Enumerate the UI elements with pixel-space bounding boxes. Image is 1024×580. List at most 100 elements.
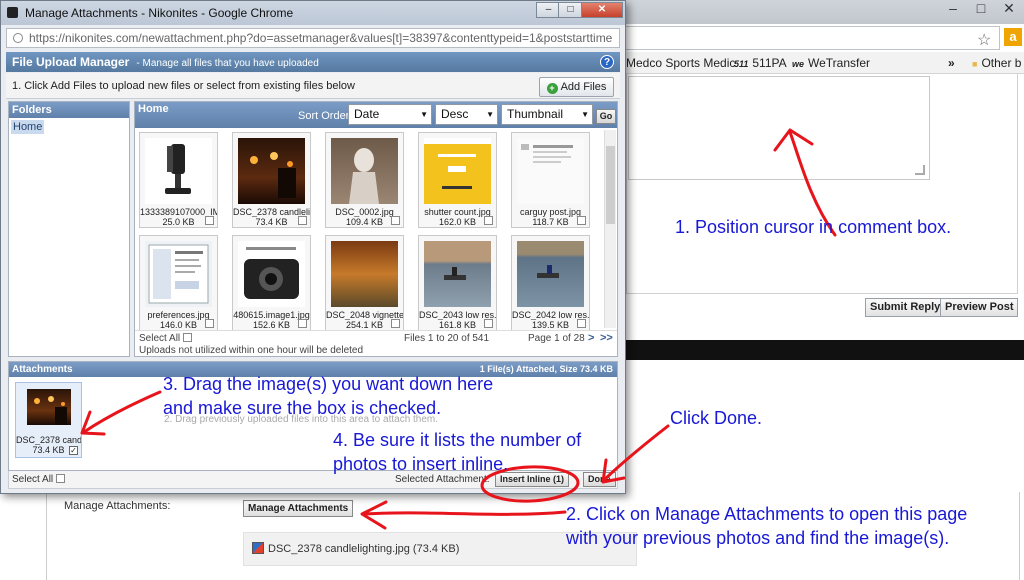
folder-home[interactable]: Home: [11, 120, 45, 134]
sort-order-label: Sort Order:: [298, 110, 353, 122]
file-image: [331, 138, 398, 204]
preview-post-button[interactable]: Preview Post: [940, 298, 1019, 317]
file-checkbox[interactable]: [298, 216, 307, 225]
file-grid-scrollbar[interactable]: [604, 130, 616, 328]
click-done-annotation: Click Done.: [670, 408, 763, 428]
bookmarks-bar: Medco Sports Medic 511 511PA we WeTransfer…: [620, 52, 1024, 74]
attached-file-name: DSC_2378 candl: [16, 435, 81, 445]
last-page-link[interactable]: >>: [600, 332, 613, 344]
file-image: [331, 241, 398, 307]
attached-image: [27, 389, 71, 425]
file-image: [424, 138, 491, 204]
window-close-button[interactable]: ✕: [581, 2, 623, 18]
manager-title: File Upload Manager: [12, 55, 130, 69]
image-file-icon: [252, 542, 264, 554]
scrollbar-thumb[interactable]: [606, 146, 615, 224]
sort-by-select[interactable]: Date ▼: [348, 104, 432, 125]
maximize-icon[interactable]: □: [968, 0, 994, 18]
close-icon[interactable]: ✕: [996, 0, 1022, 18]
popup-url-bar[interactable]: https://nikonites.com/newattachment.php?…: [6, 28, 620, 48]
file-thumbnail[interactable]: DSC_2042 low res.jpg 139.5 KB: [511, 235, 590, 331]
view-mode-select[interactable]: Thumbnail ▼: [501, 104, 593, 125]
bookmark-other[interactable]: ■ Other b: [972, 56, 1021, 70]
file-thumbnail[interactable]: 480615.image1.jpg 152.6 KB: [232, 235, 311, 331]
select-all-attachments-checkbox[interactable]: [56, 474, 66, 483]
file-checkbox[interactable]: [577, 319, 586, 328]
file-image: [517, 138, 584, 204]
step1-annotation: 1. Position cursor in comment box.: [675, 217, 952, 237]
attached-file-checkbox[interactable]: ✓: [69, 446, 78, 455]
window-title: Manage Attachments - Nikonites - Google …: [25, 6, 294, 20]
resize-grip-icon[interactable]: [915, 165, 925, 175]
file-checkbox[interactable]: [205, 319, 214, 328]
wetransfer-icon: we: [792, 59, 805, 69]
window-maximize-button[interactable]: □: [558, 2, 583, 18]
comment-box[interactable]: [628, 76, 930, 180]
amazon-extension-icon[interactable]: a: [1004, 28, 1022, 46]
files-footer: Select All Files 1 to 20 of 541 Page 1 o…: [135, 330, 617, 356]
dropdown-arrow-icon: ▼: [420, 110, 428, 119]
background-address-bar[interactable]: [620, 26, 1000, 50]
dropdown-arrow-icon: ▼: [581, 110, 589, 119]
bookmark-medco[interactable]: Medco Sports Medic: [626, 56, 735, 70]
done-button[interactable]: Done: [583, 472, 616, 487]
next-page-link[interactable]: >: [588, 332, 594, 344]
file-thumbnail[interactable]: carguy post.jpg 118.7 KB: [511, 132, 590, 228]
bookmark-wetransfer[interactable]: we WeTransfer: [792, 56, 870, 70]
file-thumbnail[interactable]: 133338910​7000_IMG_2 25.0 KB: [139, 132, 218, 228]
file-image: [145, 138, 212, 204]
step3-annotation-line1: 3. Drag the image(s) you want down here: [163, 374, 494, 394]
select-all-files[interactable]: Select All: [139, 333, 193, 344]
file-image: [424, 241, 491, 307]
511-icon: 511: [734, 59, 749, 69]
manage-attachments-button[interactable]: Manage Attachments: [243, 500, 354, 517]
file-image: [145, 241, 212, 307]
instructions-bar: 1. Click Add Files to upload new files o…: [6, 73, 620, 99]
page-info-icon: [13, 33, 23, 43]
manager-subtitle: - Manage all files that you have uploade…: [136, 58, 319, 69]
file-checkbox[interactable]: [205, 216, 214, 225]
page-info: Page 1 of 28: [528, 333, 585, 344]
attached-file-thumbnail[interactable]: DSC_2378 candl 73.4 KB ✓: [15, 382, 82, 458]
unused-uploads-note: Uploads not utilized within one hour wil…: [139, 345, 364, 356]
sort-direction-select[interactable]: Desc ▼: [435, 104, 498, 125]
files-header: Home Sort Order: Date ▼ Desc ▼ Thumbnail ▼ …: [135, 102, 617, 128]
minimize-icon[interactable]: –: [940, 0, 966, 18]
step2-annotation-line1: 2. Click on Manage Attachments to open t…: [566, 504, 968, 524]
file-checkbox[interactable]: [391, 319, 400, 328]
bookmark-511pa[interactable]: 511 511PA: [734, 56, 787, 70]
folders-panel: Folders Home: [8, 101, 130, 357]
popup-url: https://nikonites.com/newattachment.php?…: [29, 31, 613, 45]
file-thumbnail[interactable]: DSC_2048 vignette lov 254.1 KB: [325, 235, 404, 331]
file-checkbox[interactable]: [298, 319, 307, 328]
submit-reply-button[interactable]: Submit Reply: [865, 298, 946, 317]
bookmarks-overflow-chevron[interactable]: »: [948, 56, 955, 70]
go-button[interactable]: Go: [596, 109, 616, 124]
camera-icon: [7, 7, 18, 18]
folder-icon: ■: [972, 59, 978, 69]
file-checkbox[interactable]: [577, 216, 586, 225]
step4-annotation-line2: photos to insert inline.: [333, 454, 509, 474]
window-titlebar[interactable]: Manage Attachments - Nikonites - Google …: [1, 1, 625, 25]
manage-attachments-label: Manage Attachments:: [64, 500, 171, 512]
file-thumbnail[interactable]: DSC_2043 low res.jpg 161.8 KB: [418, 235, 497, 331]
file-thumbnail[interactable]: shutter count.jpg 162.0 KB: [418, 132, 497, 228]
file-thumbnail[interactable]: DSC_2378 candlelight 73.4 KB: [232, 132, 311, 228]
file-checkbox[interactable]: [391, 216, 400, 225]
file-thumbnail[interactable]: DSC_0002.jpg 109.4 KB: [325, 132, 404, 228]
bookmark-star-icon[interactable]: ☆: [977, 30, 991, 50]
file-checkbox[interactable]: [484, 216, 493, 225]
file-thumbnail[interactable]: preferences.jpg 146.0 KB: [139, 235, 218, 331]
file-upload-manager-header: File Upload Manager - Manage all files t…: [6, 52, 620, 72]
folders-header: Folders: [9, 102, 129, 118]
file-checkbox[interactable]: [484, 319, 493, 328]
select-all-checkbox[interactable]: [183, 333, 193, 342]
file-image: [238, 241, 305, 307]
help-icon[interactable]: ?: [600, 55, 614, 69]
section-divider: [626, 340, 1024, 360]
step4-annotation-line1: 4. Be sure it lists the number of: [333, 430, 582, 450]
select-all-attachments[interactable]: Select All: [12, 474, 66, 485]
attached-file-link[interactable]: DSC_2378 candlelighting.jpg (73.4 KB): [268, 543, 459, 555]
step2-annotation-line2: with your previous photos and find the i…: [566, 528, 950, 548]
add-files-button[interactable]: + Add Files: [539, 77, 614, 97]
